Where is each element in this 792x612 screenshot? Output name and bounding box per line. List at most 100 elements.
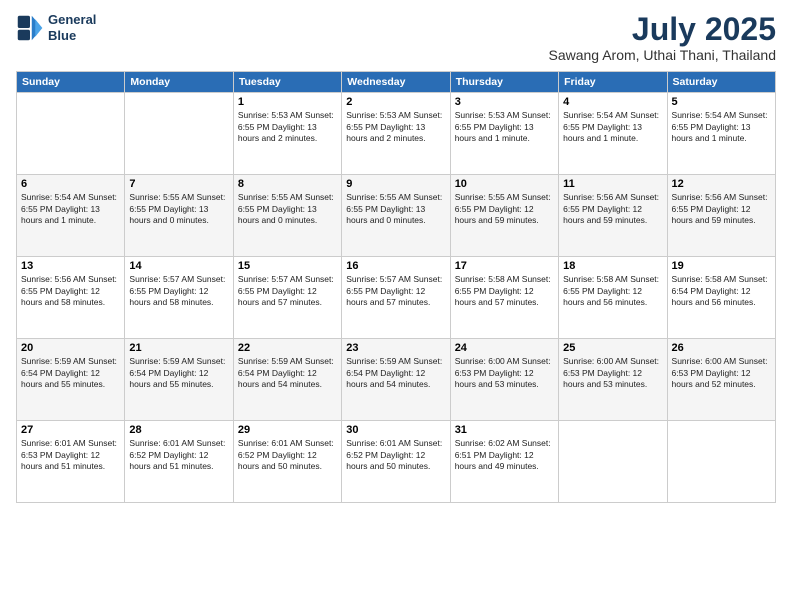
day-number: 8 xyxy=(238,178,337,190)
calendar-cell: 31 Sunrise: 6:02 AM Sunset: 6:51 PM Dayli… xyxy=(450,421,558,503)
month-title: July 2025 xyxy=(548,12,776,47)
col-wednesday: Wednesday xyxy=(342,72,450,93)
day-info: Sunrise: 5:55 AM Sunset: 6:55 PM Dayligh… xyxy=(129,192,228,226)
calendar-week-1: 1Sunrise: 5:53 AM Sunset: 6:55 PM Daylig… xyxy=(17,93,776,175)
logo-icon xyxy=(16,14,44,42)
day-number: 15 xyxy=(238,260,337,272)
day-number: 28 xyxy=(129,424,228,436)
day-info: Sunrise: 5:53 AM Sunset: 6:55 PM Dayligh… xyxy=(455,110,554,144)
day-info: Sunrise: 5:56 AM Sunset: 6:55 PM Dayligh… xyxy=(672,192,771,226)
day-number: 9 xyxy=(346,178,445,190)
day-number: 2 xyxy=(346,96,445,108)
calendar-cell: 7 Sunrise: 5:55 AM Sunset: 6:55 PM Daylig… xyxy=(125,175,233,257)
calendar-cell: 8 Sunrise: 5:55 AM Sunset: 6:55 PM Daylig… xyxy=(233,175,341,257)
calendar-cell: 17 Sunrise: 5:58 AM Sunset: 6:55 PM Dayli… xyxy=(450,257,558,339)
day-info: Sunrise: 6:01 AM Sunset: 6:53 PM Dayligh… xyxy=(21,438,120,472)
calendar-cell: 27 Sunrise: 6:01 AM Sunset: 6:53 PM Dayli… xyxy=(17,421,125,503)
calendar-cell: 10 Sunrise: 5:55 AM Sunset: 6:55 PM Dayli… xyxy=(450,175,558,257)
calendar-cell: 29Sunrise: 6:01 AM Sunset: 6:52 PM Dayli… xyxy=(233,421,341,503)
day-number: 18 xyxy=(563,260,662,272)
calendar-cell: 13Sunrise: 5:56 AM Sunset: 6:55 PM Dayli… xyxy=(17,257,125,339)
day-info: Sunrise: 5:57 AM Sunset: 6:55 PM Dayligh… xyxy=(238,274,337,308)
calendar-cell: 11Sunrise: 5:56 AM Sunset: 6:55 PM Dayli… xyxy=(559,175,667,257)
day-info: Sunrise: 5:56 AM Sunset: 6:55 PM Dayligh… xyxy=(21,274,120,308)
page-header: General Blue July 2025 Sawang Arom, Utha… xyxy=(16,12,776,63)
day-info: Sunrise: 5:55 AM Sunset: 6:55 PM Dayligh… xyxy=(455,192,554,226)
day-info: Sunrise: 6:00 AM Sunset: 6:53 PM Dayligh… xyxy=(455,356,554,390)
day-info: Sunrise: 5:57 AM Sunset: 6:55 PM Dayligh… xyxy=(346,274,445,308)
calendar-cell: 1Sunrise: 5:53 AM Sunset: 6:55 PM Daylig… xyxy=(233,93,341,175)
day-number: 5 xyxy=(672,96,771,108)
calendar-cell: 16Sunrise: 5:57 AM Sunset: 6:55 PM Dayli… xyxy=(342,257,450,339)
day-info: Sunrise: 5:53 AM Sunset: 6:55 PM Dayligh… xyxy=(346,110,445,144)
day-info: Sunrise: 5:54 AM Sunset: 6:55 PM Dayligh… xyxy=(563,110,662,144)
day-info: Sunrise: 5:54 AM Sunset: 6:55 PM Dayligh… xyxy=(672,110,771,144)
col-monday: Monday xyxy=(125,72,233,93)
location-title: Sawang Arom, Uthai Thani, Thailand xyxy=(548,47,776,63)
day-info: Sunrise: 5:59 AM Sunset: 6:54 PM Dayligh… xyxy=(129,356,228,390)
day-number: 26 xyxy=(672,342,771,354)
day-info: Sunrise: 6:00 AM Sunset: 6:53 PM Dayligh… xyxy=(672,356,771,390)
calendar-cell: 9 Sunrise: 5:55 AM Sunset: 6:55 PM Daylig… xyxy=(342,175,450,257)
day-number: 30 xyxy=(346,424,445,436)
calendar-cell xyxy=(17,93,125,175)
day-info: Sunrise: 5:58 AM Sunset: 6:55 PM Dayligh… xyxy=(563,274,662,308)
day-info: Sunrise: 5:59 AM Sunset: 6:54 PM Dayligh… xyxy=(238,356,337,390)
day-number: 21 xyxy=(129,342,228,354)
day-number: 23 xyxy=(346,342,445,354)
calendar-cell: 14 Sunrise: 5:57 AM Sunset: 6:55 PM Dayli… xyxy=(125,257,233,339)
calendar-cell: 26 Sunrise: 6:00 AM Sunset: 6:53 PM Dayli… xyxy=(667,339,775,421)
day-number: 29 xyxy=(238,424,337,436)
col-saturday: Saturday xyxy=(667,72,775,93)
day-info: Sunrise: 6:01 AM Sunset: 6:52 PM Dayligh… xyxy=(129,438,228,472)
day-number: 17 xyxy=(455,260,554,272)
day-number: 10 xyxy=(455,178,554,190)
calendar-table: Sunday Monday Tuesday Wednesday Thursday… xyxy=(16,71,776,503)
calendar-cell xyxy=(125,93,233,175)
calendar-cell xyxy=(559,421,667,503)
col-thursday: Thursday xyxy=(450,72,558,93)
day-number: 31 xyxy=(455,424,554,436)
calendar-cell: 6 Sunrise: 5:54 AM Sunset: 6:55 PM Daylig… xyxy=(17,175,125,257)
calendar-week-5: 27 Sunrise: 6:01 AM Sunset: 6:53 PM Dayli… xyxy=(17,421,776,503)
day-info: Sunrise: 5:57 AM Sunset: 6:55 PM Dayligh… xyxy=(129,274,228,308)
day-number: 22 xyxy=(238,342,337,354)
calendar-cell: 15 Sunrise: 5:57 AM Sunset: 6:55 PM Dayli… xyxy=(233,257,341,339)
calendar-cell: 5 Sunrise: 5:54 AM Sunset: 6:55 PM Daylig… xyxy=(667,93,775,175)
day-info: Sunrise: 5:54 AM Sunset: 6:55 PM Dayligh… xyxy=(21,192,120,226)
calendar-week-2: 6 Sunrise: 5:54 AM Sunset: 6:55 PM Daylig… xyxy=(17,175,776,257)
day-info: Sunrise: 5:55 AM Sunset: 6:55 PM Dayligh… xyxy=(238,192,337,226)
calendar-cell: 28 Sunrise: 6:01 AM Sunset: 6:52 PM Dayli… xyxy=(125,421,233,503)
day-number: 7 xyxy=(129,178,228,190)
day-number: 6 xyxy=(21,178,120,190)
day-info: Sunrise: 5:58 AM Sunset: 6:55 PM Dayligh… xyxy=(455,274,554,308)
col-friday: Friday xyxy=(559,72,667,93)
day-number: 14 xyxy=(129,260,228,272)
day-number: 19 xyxy=(672,260,771,272)
calendar-cell: 21 Sunrise: 5:59 AM Sunset: 6:54 PM Dayli… xyxy=(125,339,233,421)
day-info: Sunrise: 5:55 AM Sunset: 6:55 PM Dayligh… xyxy=(346,192,445,226)
calendar-cell: 20 Sunrise: 5:59 AM Sunset: 6:54 PM Dayli… xyxy=(17,339,125,421)
calendar-cell: 24 Sunrise: 6:00 AM Sunset: 6:53 PM Dayli… xyxy=(450,339,558,421)
day-number: 11 xyxy=(563,178,662,190)
day-number: 12 xyxy=(672,178,771,190)
calendar-cell: 12 Sunrise: 5:56 AM Sunset: 6:55 PM Dayli… xyxy=(667,175,775,257)
calendar-cell: 23 Sunrise: 5:59 AM Sunset: 6:54 PM Dayli… xyxy=(342,339,450,421)
calendar-cell: 25Sunrise: 6:00 AM Sunset: 6:53 PM Dayli… xyxy=(559,339,667,421)
calendar-week-4: 20 Sunrise: 5:59 AM Sunset: 6:54 PM Dayli… xyxy=(17,339,776,421)
calendar-header-row: Sunday Monday Tuesday Wednesday Thursday… xyxy=(17,72,776,93)
day-info: Sunrise: 6:01 AM Sunset: 6:52 PM Dayligh… xyxy=(346,438,445,472)
calendar-cell: 18 Sunrise: 5:58 AM Sunset: 6:55 PM Dayli… xyxy=(559,257,667,339)
day-number: 4 xyxy=(563,96,662,108)
day-info: Sunrise: 5:58 AM Sunset: 6:54 PM Dayligh… xyxy=(672,274,771,308)
calendar-cell: 30 Sunrise: 6:01 AM Sunset: 6:52 PM Dayli… xyxy=(342,421,450,503)
day-info: Sunrise: 5:59 AM Sunset: 6:54 PM Dayligh… xyxy=(346,356,445,390)
day-info: Sunrise: 5:59 AM Sunset: 6:54 PM Dayligh… xyxy=(21,356,120,390)
day-number: 20 xyxy=(21,342,120,354)
calendar-cell: 22 Sunrise: 5:59 AM Sunset: 6:54 PM Dayli… xyxy=(233,339,341,421)
day-number: 27 xyxy=(21,424,120,436)
day-number: 25 xyxy=(563,342,662,354)
logo: General Blue xyxy=(16,12,96,43)
day-number: 24 xyxy=(455,342,554,354)
day-info: Sunrise: 6:02 AM Sunset: 6:51 PM Dayligh… xyxy=(455,438,554,472)
